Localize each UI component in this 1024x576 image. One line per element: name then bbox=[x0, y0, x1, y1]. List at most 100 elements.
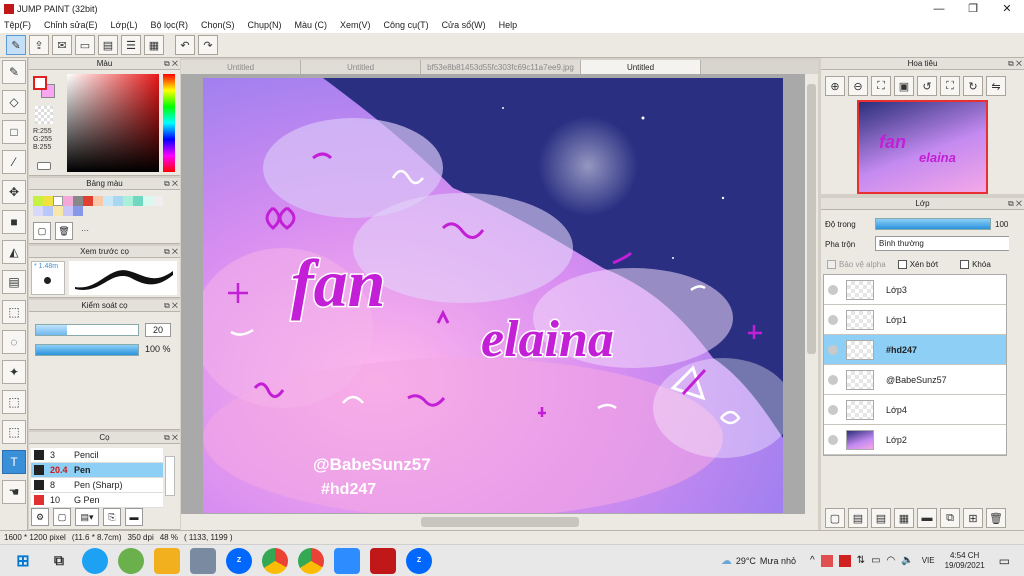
tab-untitled-2[interactable]: Untitled bbox=[301, 60, 421, 74]
lasso-tool-icon[interactable]: ◌ bbox=[2, 330, 26, 354]
color-swatches[interactable] bbox=[33, 76, 55, 98]
tab-untitled-active[interactable]: Untitled bbox=[581, 60, 701, 74]
panel-close-icon[interactable]: ⧉ ✕ bbox=[1008, 199, 1022, 209]
text-tool-icon[interactable]: T bbox=[2, 450, 26, 474]
panel-close-icon[interactable]: ⧉ ✕ bbox=[164, 179, 178, 189]
clock[interactable]: 4:54 CH 19/09/2021 bbox=[945, 551, 985, 571]
canvas-horizontal-scrollbar[interactable] bbox=[181, 514, 818, 530]
transparent-swatch[interactable] bbox=[35, 106, 53, 124]
redo-icon[interactable]: ↷ bbox=[198, 35, 218, 55]
notification-icon[interactable]: ▭ bbox=[999, 554, 1010, 568]
panel-close-icon[interactable]: ⧉ ✕ bbox=[164, 301, 178, 311]
zalo-icon[interactable]: Z bbox=[226, 547, 252, 574]
chrome-icon[interactable] bbox=[262, 547, 288, 574]
brush-list-scrollbar[interactable] bbox=[165, 456, 175, 496]
file-explorer-icon[interactable] bbox=[154, 547, 180, 574]
undo-icon[interactable]: ↶ bbox=[175, 35, 195, 55]
brush-item[interactable]: 20.4 Pen bbox=[31, 463, 163, 478]
rect-select-tool-icon[interactable]: □ bbox=[2, 120, 26, 144]
list-icon[interactable]: ☰ bbox=[121, 35, 141, 55]
navigator-thumbnail[interactable]: fan elaina bbox=[857, 100, 988, 194]
layer-row[interactable]: @BabeSunz57 bbox=[824, 365, 1006, 395]
page-icon[interactable]: ▤ bbox=[98, 35, 118, 55]
layer-merge-icon[interactable]: ⊞ bbox=[963, 508, 983, 528]
minimize-button[interactable]: — bbox=[922, 0, 956, 17]
layer-duplicate-icon[interactable]: ⧉ bbox=[940, 508, 960, 528]
layer-row[interactable]: Lớp2 bbox=[824, 425, 1006, 455]
canvas-vertical-scrollbar[interactable] bbox=[805, 74, 818, 514]
layer-row[interactable]: Lớp3 bbox=[824, 275, 1006, 305]
zoom-meeting-icon[interactable] bbox=[334, 547, 360, 574]
close-button[interactable]: ✕ bbox=[990, 0, 1024, 17]
horizontal-scroll-thumb[interactable] bbox=[421, 517, 579, 527]
jump-paint-taskbar-icon[interactable] bbox=[370, 547, 396, 574]
menu-layer[interactable]: Lớp(L) bbox=[111, 20, 138, 30]
visibility-icon[interactable] bbox=[828, 404, 838, 415]
delete-swatch-icon[interactable]: 🗑 bbox=[55, 222, 73, 240]
layer-opacity-slider[interactable] bbox=[875, 218, 991, 230]
fit-screen-icon[interactable]: ⛶ bbox=[940, 76, 960, 96]
vertical-scroll-thumb[interactable] bbox=[807, 84, 816, 354]
actual-size-icon[interactable]: ▣ bbox=[894, 76, 914, 96]
task-view-icon[interactable]: ⧉ bbox=[46, 548, 72, 574]
flip-icon[interactable]: ⇋ bbox=[986, 76, 1006, 96]
tab-image-file[interactable]: bf53e8b81453d55fc303fc69c11a7ee9.jpg bbox=[421, 60, 581, 74]
brush-tool-icon[interactable]: ✎ bbox=[2, 60, 26, 84]
tray-sync-icon[interactable]: ⇅ bbox=[857, 555, 865, 566]
edge-browser-icon[interactable] bbox=[82, 547, 108, 574]
drawing-canvas[interactable]: fan elaina @BabeSunz57 #hd247 bbox=[203, 78, 783, 513]
volume-icon[interactable]: 🔈 bbox=[901, 555, 913, 566]
blend-mode-select[interactable]: Bình thường ▾ bbox=[875, 236, 1019, 251]
coccoc-browser-icon[interactable] bbox=[118, 547, 144, 574]
color-mode-icon[interactable] bbox=[37, 162, 51, 170]
select-pen-tool-icon[interactable]: ⬚ bbox=[2, 390, 26, 414]
brush-settings-icon[interactable]: ⚙ bbox=[31, 508, 49, 526]
menu-capture[interactable]: Chụp(N) bbox=[248, 20, 282, 30]
layer-doc-icon[interactable]: ▤ bbox=[871, 508, 891, 528]
panel-close-icon[interactable]: ⧉ ✕ bbox=[164, 433, 178, 443]
zoom-in-icon[interactable]: ⊕ bbox=[825, 76, 845, 96]
layer-row[interactable]: Lớp4 bbox=[824, 395, 1006, 425]
visibility-icon[interactable] bbox=[828, 284, 838, 295]
weather-icon[interactable]: ☁ bbox=[721, 554, 732, 567]
menu-edit[interactable]: Chỉnh sửa(E) bbox=[44, 20, 98, 30]
hand-tool-icon[interactable]: ☚ bbox=[2, 480, 26, 504]
move-tool-icon[interactable]: ✥ bbox=[2, 180, 26, 204]
fill-rect-tool-icon[interactable]: ■ bbox=[2, 210, 26, 234]
comment-icon[interactable]: ✉ bbox=[52, 35, 72, 55]
start-icon[interactable]: ⊞ bbox=[10, 548, 36, 574]
clip-checkbox[interactable] bbox=[897, 260, 907, 269]
visibility-icon[interactable] bbox=[828, 344, 838, 355]
monitor-icon[interactable]: ▭ bbox=[75, 35, 95, 55]
select-eraser-tool-icon[interactable]: ⬚ bbox=[2, 420, 26, 444]
brush-size-slider[interactable] bbox=[35, 324, 139, 336]
brush-copy-icon[interactable]: ⎘ bbox=[103, 508, 121, 526]
tray-app-icon[interactable] bbox=[820, 554, 833, 567]
layer-row[interactable]: Lớp1 bbox=[824, 305, 1006, 335]
brush-size-field[interactable]: 20 bbox=[145, 323, 171, 337]
menu-window[interactable]: Cửa sổ(W) bbox=[442, 20, 486, 30]
rotate-left-icon[interactable]: ↺ bbox=[917, 76, 937, 96]
pen-mode-icon[interactable]: ✎ bbox=[6, 35, 26, 55]
input-language[interactable]: VIE bbox=[922, 556, 935, 565]
layer-row[interactable]: #hd247 bbox=[824, 335, 1006, 365]
saturation-value-field[interactable] bbox=[67, 74, 159, 172]
tray-overflow-icon[interactable]: ^ bbox=[810, 555, 815, 566]
layer-folder-icon[interactable]: ▬ bbox=[917, 508, 937, 528]
gradient-tool-icon[interactable]: ▤ bbox=[2, 270, 26, 294]
layer-pattern-icon[interactable]: ▦ bbox=[894, 508, 914, 528]
layers-scrollbar[interactable] bbox=[1009, 210, 1022, 528]
alpha-protect-checkbox[interactable] bbox=[827, 260, 836, 269]
zoom-out-icon[interactable]: ⊖ bbox=[848, 76, 868, 96]
dropper-tool-icon[interactable]: ⁄ bbox=[2, 150, 26, 174]
export-icon[interactable]: ⇪ bbox=[29, 35, 49, 55]
menu-filter[interactable]: Bộ lọc(R) bbox=[150, 20, 188, 30]
rotate-right-icon[interactable]: ↻ bbox=[963, 76, 983, 96]
menu-file[interactable]: Tệp(F) bbox=[4, 20, 31, 30]
restore-button[interactable]: ❐ bbox=[956, 0, 990, 17]
grid-icon[interactable]: ▦ bbox=[144, 35, 164, 55]
menu-color[interactable]: Màu (C) bbox=[295, 20, 328, 30]
panel-close-icon[interactable]: ⧉ ✕ bbox=[164, 247, 178, 257]
visibility-icon[interactable] bbox=[828, 314, 838, 325]
battery-icon[interactable]: ▭ bbox=[871, 555, 880, 566]
